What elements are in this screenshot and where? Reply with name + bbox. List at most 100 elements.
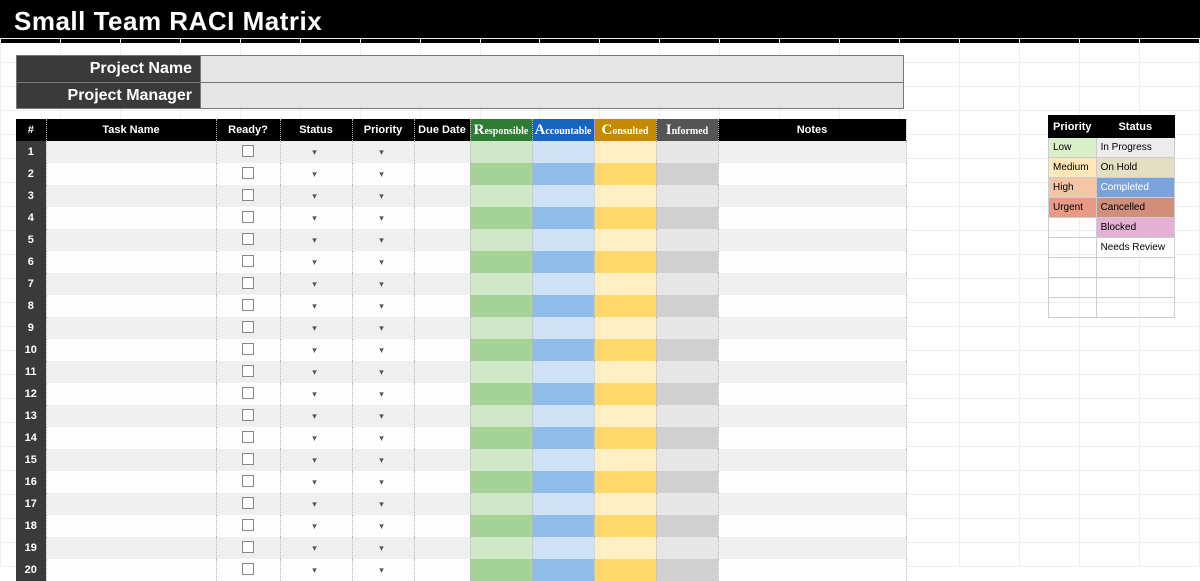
ready-checkbox[interactable] xyxy=(216,515,280,537)
status-dropdown[interactable] xyxy=(280,229,352,251)
task-name-cell[interactable] xyxy=(46,427,216,449)
responsible-cell[interactable] xyxy=(470,229,532,251)
ready-checkbox[interactable] xyxy=(216,559,280,581)
notes-cell[interactable] xyxy=(718,449,906,471)
priority-dropdown[interactable] xyxy=(352,559,414,581)
due-date-cell[interactable] xyxy=(414,295,470,317)
status-dropdown[interactable] xyxy=(280,207,352,229)
informed-cell[interactable] xyxy=(656,427,718,449)
status-dropdown[interactable] xyxy=(280,427,352,449)
ready-checkbox[interactable] xyxy=(216,361,280,383)
due-date-cell[interactable] xyxy=(414,427,470,449)
notes-cell[interactable] xyxy=(718,559,906,581)
task-name-cell[interactable] xyxy=(46,405,216,427)
status-dropdown[interactable] xyxy=(280,361,352,383)
notes-cell[interactable] xyxy=(718,493,906,515)
ready-checkbox[interactable] xyxy=(216,427,280,449)
responsible-cell[interactable] xyxy=(470,515,532,537)
task-name-cell[interactable] xyxy=(46,317,216,339)
consulted-cell[interactable] xyxy=(594,295,656,317)
priority-dropdown[interactable] xyxy=(352,141,414,163)
task-name-cell[interactable] xyxy=(46,471,216,493)
due-date-cell[interactable] xyxy=(414,515,470,537)
consulted-cell[interactable] xyxy=(594,471,656,493)
ready-checkbox[interactable] xyxy=(216,383,280,405)
priority-dropdown[interactable] xyxy=(352,515,414,537)
accountable-cell[interactable] xyxy=(532,471,594,493)
responsible-cell[interactable] xyxy=(470,141,532,163)
consulted-cell[interactable] xyxy=(594,427,656,449)
priority-dropdown[interactable] xyxy=(352,207,414,229)
due-date-cell[interactable] xyxy=(414,163,470,185)
priority-dropdown[interactable] xyxy=(352,449,414,471)
informed-cell[interactable] xyxy=(656,537,718,559)
consulted-cell[interactable] xyxy=(594,251,656,273)
due-date-cell[interactable] xyxy=(414,361,470,383)
accountable-cell[interactable] xyxy=(532,273,594,295)
consulted-cell[interactable] xyxy=(594,449,656,471)
informed-cell[interactable] xyxy=(656,405,718,427)
status-dropdown[interactable] xyxy=(280,383,352,405)
status-dropdown[interactable] xyxy=(280,339,352,361)
accountable-cell[interactable] xyxy=(532,493,594,515)
notes-cell[interactable] xyxy=(718,317,906,339)
notes-cell[interactable] xyxy=(718,383,906,405)
status-dropdown[interactable] xyxy=(280,163,352,185)
notes-cell[interactable] xyxy=(718,207,906,229)
accountable-cell[interactable] xyxy=(532,361,594,383)
responsible-cell[interactable] xyxy=(470,317,532,339)
task-name-cell[interactable] xyxy=(46,449,216,471)
responsible-cell[interactable] xyxy=(470,185,532,207)
informed-cell[interactable] xyxy=(656,317,718,339)
task-name-cell[interactable] xyxy=(46,207,216,229)
informed-cell[interactable] xyxy=(656,163,718,185)
consulted-cell[interactable] xyxy=(594,361,656,383)
due-date-cell[interactable] xyxy=(414,185,470,207)
accountable-cell[interactable] xyxy=(532,163,594,185)
status-dropdown[interactable] xyxy=(280,251,352,273)
task-name-cell[interactable] xyxy=(46,559,216,581)
informed-cell[interactable] xyxy=(656,251,718,273)
informed-cell[interactable] xyxy=(656,449,718,471)
status-dropdown[interactable] xyxy=(280,185,352,207)
responsible-cell[interactable] xyxy=(470,427,532,449)
ready-checkbox[interactable] xyxy=(216,295,280,317)
informed-cell[interactable] xyxy=(656,207,718,229)
accountable-cell[interactable] xyxy=(532,185,594,207)
task-name-cell[interactable] xyxy=(46,185,216,207)
informed-cell[interactable] xyxy=(656,229,718,251)
responsible-cell[interactable] xyxy=(470,361,532,383)
consulted-cell[interactable] xyxy=(594,207,656,229)
task-name-cell[interactable] xyxy=(46,493,216,515)
due-date-cell[interactable] xyxy=(414,317,470,339)
status-dropdown[interactable] xyxy=(280,471,352,493)
task-name-cell[interactable] xyxy=(46,537,216,559)
informed-cell[interactable] xyxy=(656,471,718,493)
accountable-cell[interactable] xyxy=(532,515,594,537)
responsible-cell[interactable] xyxy=(470,339,532,361)
priority-dropdown[interactable] xyxy=(352,339,414,361)
responsible-cell[interactable] xyxy=(470,559,532,581)
ready-checkbox[interactable] xyxy=(216,339,280,361)
accountable-cell[interactable] xyxy=(532,339,594,361)
accountable-cell[interactable] xyxy=(532,383,594,405)
accountable-cell[interactable] xyxy=(532,141,594,163)
status-dropdown[interactable] xyxy=(280,405,352,427)
due-date-cell[interactable] xyxy=(414,471,470,493)
accountable-cell[interactable] xyxy=(532,207,594,229)
responsible-cell[interactable] xyxy=(470,493,532,515)
notes-cell[interactable] xyxy=(718,405,906,427)
informed-cell[interactable] xyxy=(656,273,718,295)
notes-cell[interactable] xyxy=(718,295,906,317)
ready-checkbox[interactable] xyxy=(216,471,280,493)
informed-cell[interactable] xyxy=(656,493,718,515)
responsible-cell[interactable] xyxy=(470,449,532,471)
due-date-cell[interactable] xyxy=(414,273,470,295)
notes-cell[interactable] xyxy=(718,185,906,207)
notes-cell[interactable] xyxy=(718,471,906,493)
task-name-cell[interactable] xyxy=(46,383,216,405)
task-name-cell[interactable] xyxy=(46,361,216,383)
consulted-cell[interactable] xyxy=(594,163,656,185)
consulted-cell[interactable] xyxy=(594,493,656,515)
priority-dropdown[interactable] xyxy=(352,295,414,317)
